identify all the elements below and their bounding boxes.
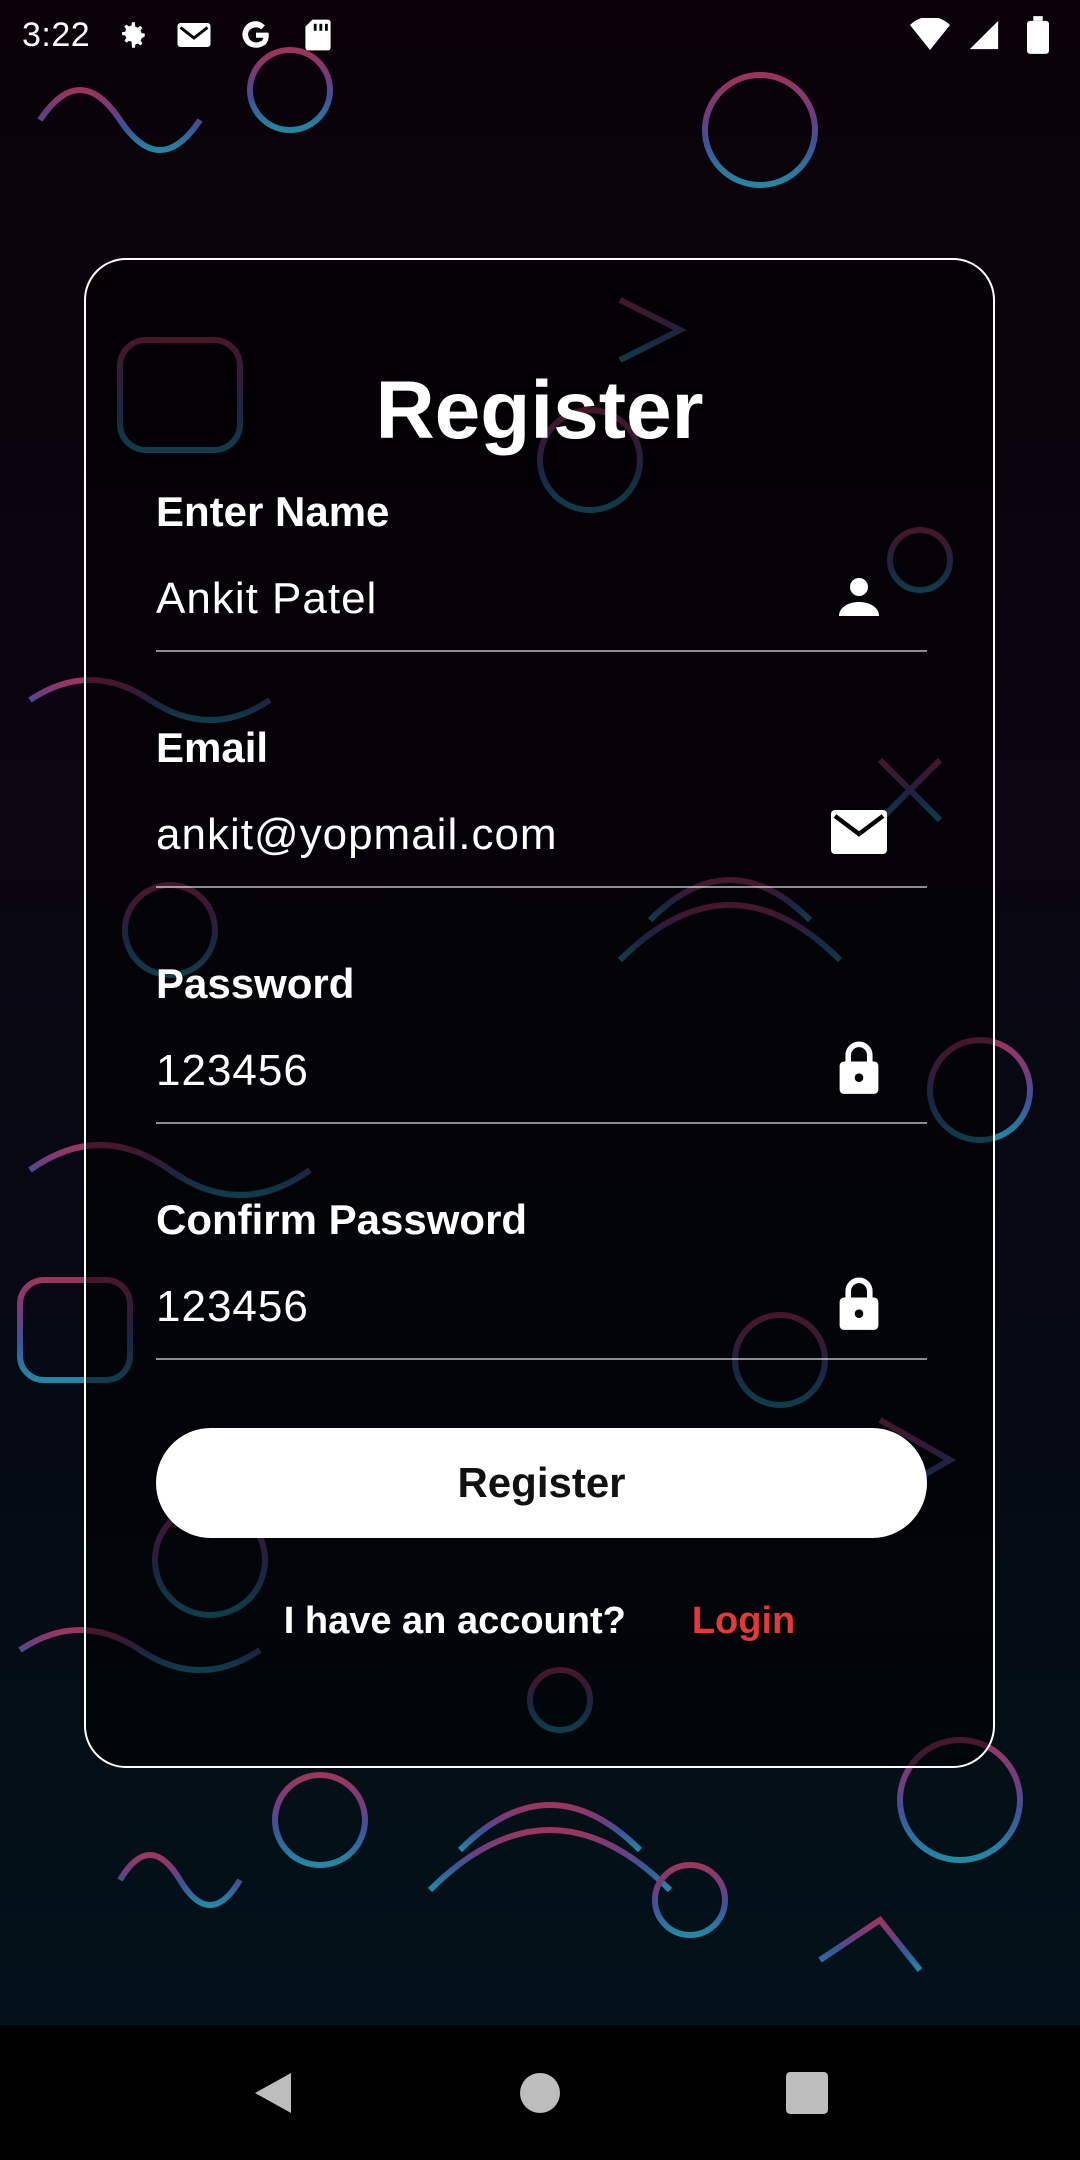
settings-icon bbox=[112, 15, 152, 55]
sd-card-icon bbox=[298, 15, 338, 55]
name-value: Ankit Patel bbox=[156, 574, 378, 623]
password-label: Password bbox=[156, 960, 355, 1007]
lock-icon bbox=[831, 1040, 887, 1096]
name-field: Enter Name Ankit Patel bbox=[156, 488, 927, 652]
register-button[interactable]: Register bbox=[156, 1428, 927, 1538]
account-prompt-text: I have an account? bbox=[283, 1600, 626, 1642]
email-input[interactable]: ankit@yopmail.com bbox=[156, 794, 927, 888]
recents-icon[interactable] bbox=[777, 2063, 837, 2123]
password-field: Password 123456 bbox=[156, 960, 927, 1124]
gmail-icon bbox=[174, 15, 214, 55]
name-input[interactable]: Ankit Patel bbox=[156, 558, 927, 652]
google-icon bbox=[236, 15, 276, 55]
lock-icon bbox=[831, 1276, 887, 1332]
status-time: 3:22 bbox=[22, 15, 91, 54]
password-input[interactable]: 123456 bbox=[156, 1030, 927, 1124]
name-label: Enter Name bbox=[156, 488, 390, 535]
mail-icon bbox=[831, 804, 887, 860]
register-card: Register Enter Name Ankit Patel Email an… bbox=[84, 258, 995, 1768]
confirm-password-field: Confirm Password 123456 bbox=[156, 1196, 927, 1360]
status-bar: 3:22 bbox=[0, 0, 1080, 70]
password-value: 123456 bbox=[156, 1046, 309, 1095]
wifi-icon bbox=[910, 15, 950, 55]
page-title: Register bbox=[375, 365, 704, 456]
confirm-password-value: 123456 bbox=[156, 1282, 309, 1331]
login-link[interactable]: Login bbox=[692, 1600, 795, 1643]
confirm-password-label: Confirm Password bbox=[156, 1196, 528, 1243]
email-field: Email ankit@yopmail.com bbox=[156, 724, 927, 888]
login-prompt: I have an account? Login bbox=[86, 1600, 993, 1643]
signal-icon bbox=[964, 15, 1004, 55]
email-value: ankit@yopmail.com bbox=[156, 810, 558, 859]
back-icon[interactable] bbox=[243, 2063, 303, 2123]
battery-icon bbox=[1018, 15, 1058, 55]
home-icon[interactable] bbox=[510, 2063, 570, 2123]
navigation-bar bbox=[0, 2025, 1080, 2160]
email-label: Email bbox=[156, 724, 269, 771]
person-icon bbox=[831, 568, 887, 624]
confirm-password-input[interactable]: 123456 bbox=[156, 1266, 927, 1360]
